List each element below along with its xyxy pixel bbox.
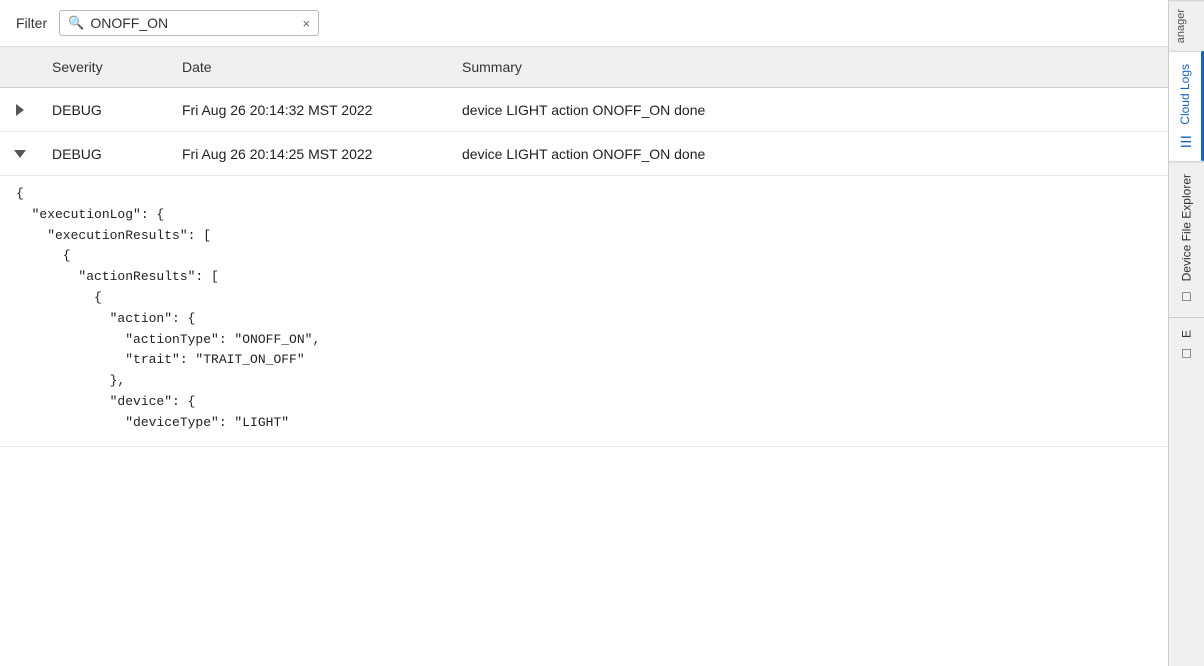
sidebar-manager-label: anager: [1169, 0, 1204, 51]
row-toggle-2[interactable]: [0, 146, 40, 162]
right-sidebar: anager ☰ Cloud Logs □ Device File Explor…: [1168, 0, 1204, 666]
filter-label: Filter: [16, 15, 47, 31]
sidebar-tab-extra-label: E: [1180, 330, 1194, 338]
filter-clear-button[interactable]: ×: [303, 17, 311, 30]
cloud-logs-icon: ☰: [1177, 133, 1193, 149]
filter-input-wrapper: 🔍 ×: [59, 10, 319, 36]
table-row: DEBUG Fri Aug 26 20:14:25 MST 2022 devic…: [0, 132, 1168, 176]
main-content: Filter 🔍 × Severity Date Summary DEBUG F…: [0, 0, 1168, 666]
cell-date-1: Fri Aug 26 20:14:32 MST 2022: [170, 94, 450, 126]
device-file-explorer-icon: □: [1179, 289, 1195, 305]
header-summary: Summary: [450, 55, 1168, 79]
expanded-json-content: { "executionLog": { "executionResults": …: [0, 176, 1168, 447]
cell-summary-1: device LIGHT action ONOFF_ON done: [450, 94, 1168, 126]
cell-severity-2: DEBUG: [40, 138, 170, 170]
extra-tab-icon: □: [1179, 346, 1195, 362]
header-date: Date: [170, 55, 450, 79]
cell-summary-2: device LIGHT action ONOFF_ON done: [450, 138, 1168, 170]
filter-bar: Filter 🔍 ×: [0, 0, 1168, 47]
sidebar-tab-device-file-explorer[interactable]: □ Device File Explorer: [1169, 161, 1204, 317]
row-toggle-1[interactable]: [0, 100, 40, 120]
filter-input[interactable]: [90, 15, 296, 31]
sidebar-tab-device-file-explorer-label: Device File Explorer: [1180, 174, 1194, 281]
search-icon: 🔍: [68, 15, 84, 31]
header-expand: [0, 55, 40, 79]
table-row: DEBUG Fri Aug 26 20:14:32 MST 2022 devic…: [0, 88, 1168, 132]
sidebar-tab-extra[interactable]: □ E: [1169, 317, 1204, 374]
table-header: Severity Date Summary: [0, 47, 1168, 88]
header-severity: Severity: [40, 55, 170, 79]
cell-severity-1: DEBUG: [40, 94, 170, 126]
cell-date-2: Fri Aug 26 20:14:25 MST 2022: [170, 138, 450, 170]
sidebar-tab-cloud-logs[interactable]: ☰ Cloud Logs: [1169, 51, 1204, 161]
sidebar-tab-cloud-logs-label: Cloud Logs: [1178, 64, 1192, 125]
